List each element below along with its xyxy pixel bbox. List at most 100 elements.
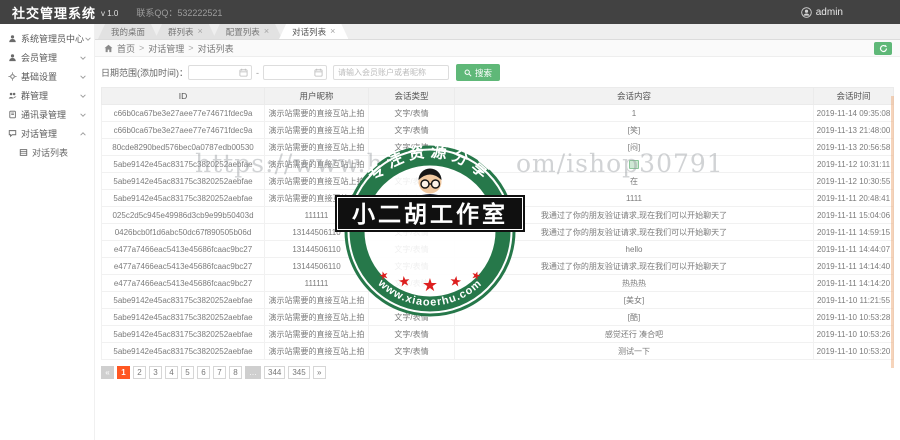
page-prev-button[interactable]: «: [101, 366, 114, 379]
refresh-button[interactable]: [874, 42, 892, 55]
cell-id: e477a7466eac5413e45686fcaac9bc27: [102, 275, 265, 292]
chevron-down-icon: [84, 35, 92, 43]
user-avatar-icon: [801, 7, 812, 18]
cell-nickname: 演示站需要的直接互站上拍: [265, 139, 369, 156]
cell-time: 2019-11-14 09:35:08: [814, 105, 894, 122]
cell-time: 2019-11-10 10:53:26: [814, 326, 894, 343]
cell-id: e477a7466eac5413e45686fcaac9bc27: [102, 258, 265, 275]
app-title: 社交管理系统: [12, 3, 96, 22]
table-row: 5abe9142e45ac83175c3820252aebfae演示站需要的直接…: [102, 156, 894, 173]
keyword-input[interactable]: [333, 65, 449, 80]
sidebar-item-3[interactable]: 群管理: [0, 86, 94, 105]
cell-id: 5abe9142e45ac83175c3820252aebfae: [102, 156, 265, 173]
date-start-input[interactable]: [188, 65, 252, 80]
tab-3[interactable]: 对话列表 ×: [279, 24, 348, 39]
sidebar-item-2[interactable]: 基础设置: [0, 67, 94, 86]
group-icon: [8, 91, 17, 100]
cell-type: 图片: [369, 156, 455, 173]
page-button-344[interactable]: 344: [264, 366, 285, 379]
sidebar-item-4[interactable]: 通讯录管理: [0, 105, 94, 124]
cell-type: 文字/表情: [369, 343, 455, 360]
sidebar-item-label: 群管理: [21, 89, 48, 102]
user-icon: [8, 34, 17, 43]
breadcrumb-item[interactable]: 对话管理: [148, 42, 184, 55]
cell-content: 我通过了你的朋友验证请求,现在我们可以开始聊天了: [455, 224, 814, 241]
cell-nickname: 13144506110: [265, 258, 369, 275]
calendar-icon: [314, 68, 323, 77]
page-button-6[interactable]: 6: [197, 366, 210, 379]
cell-time: 2019-11-11 14:14:40: [814, 258, 894, 275]
cell-content: [455, 156, 814, 173]
page-button-345[interactable]: 345: [288, 366, 309, 379]
tab-2[interactable]: 配置列表×: [213, 24, 282, 39]
tab-0[interactable]: 我的桌面: [98, 24, 158, 39]
tab-1[interactable]: 群列表×: [155, 24, 216, 39]
search-button[interactable]: 搜索: [456, 64, 500, 81]
sidebar-item-5[interactable]: 对话管理: [0, 124, 94, 143]
breadcrumb-item: 对话列表: [198, 42, 234, 55]
gear-icon: [8, 72, 17, 81]
cell-time: 2019-11-11 20:48:41: [814, 190, 894, 207]
cell-time: 2019-11-11 15:04:06: [814, 207, 894, 224]
page-next-button[interactable]: »: [313, 366, 326, 379]
page-button-4[interactable]: 4: [165, 366, 178, 379]
cell-nickname: 演示站需要的直接互站上拍: [265, 309, 369, 326]
user-menu[interactable]: admin: [801, 7, 843, 18]
cell-time: 2019-11-12 10:31:11: [814, 156, 894, 173]
cell-type: 文字/表情: [369, 122, 455, 139]
cell-type: 文字/表情: [369, 173, 455, 190]
cell-id: 80cde8290bed576bec0a0787edb00530: [102, 139, 265, 156]
cell-id: c66b0ca67be3e27aee77e74671fdec9a: [102, 122, 265, 139]
member-icon: [8, 53, 17, 62]
cell-type: 文字/表情: [369, 190, 455, 207]
contacts-icon: [8, 110, 17, 119]
sidebar-item-0[interactable]: 系统管理员中心: [0, 29, 94, 48]
cell-nickname: 13144506110: [265, 241, 369, 258]
cell-time: 2019-11-10 10:53:28: [814, 309, 894, 326]
close-icon[interactable]: ×: [264, 27, 269, 36]
close-icon[interactable]: ×: [198, 27, 203, 36]
cell-content: 测试一下: [455, 343, 814, 360]
page-button-1[interactable]: 1: [117, 366, 130, 379]
column-header: ID: [102, 88, 265, 105]
table-row: 5abe9142e45ac83175c3820252aebfae演示站需要的直接…: [102, 190, 894, 207]
tab-label: 对话列表: [292, 26, 326, 38]
cell-id: c66b0ca67be3e27aee77e74671fdec9a: [102, 105, 265, 122]
cell-id: 5abe9142e45ac83175c3820252aebfae: [102, 326, 265, 343]
refresh-icon: [879, 44, 888, 53]
cell-nickname: 演示站需要的直接互站上拍: [265, 292, 369, 309]
cell-id: 5abe9142e45ac83175c3820252aebfae: [102, 309, 265, 326]
cell-content: 1: [455, 105, 814, 122]
top-header: 社交管理系统 v 1.0 联系QQ：532222521 admin: [0, 0, 900, 24]
breadcrumb-separator: >: [139, 43, 144, 53]
sidebar-item-1[interactable]: 会员管理: [0, 48, 94, 67]
cell-nickname: 演示站需要的直接互站上拍: [265, 173, 369, 190]
home-icon: [104, 44, 113, 53]
page-button-5[interactable]: 5: [181, 366, 194, 379]
date-end-input[interactable]: [263, 65, 327, 80]
table-row: 5abe9142e45ac83175c3820252aebfae演示站需要的直接…: [102, 292, 894, 309]
table-row: 5abe9142e45ac83175c3820252aebfae演示站需要的直接…: [102, 309, 894, 326]
cell-content: [笑]: [455, 122, 814, 139]
contact-qq: 联系QQ：532222521: [136, 6, 222, 19]
page-button-3[interactable]: 3: [149, 366, 162, 379]
cell-time: 2019-11-11 14:44:07: [814, 241, 894, 258]
app-version: v 1.0: [101, 9, 118, 18]
cell-type: 文字/表情: [369, 292, 455, 309]
cell-content: 我通过了你的朋友验证请求,现在我们可以开始聊天了: [455, 258, 814, 275]
tab-label: 我的桌面: [111, 26, 145, 38]
pagination: «12345678…344345»: [101, 366, 894, 379]
column-header: 会话类型: [369, 88, 455, 105]
close-icon[interactable]: ×: [330, 27, 335, 36]
cell-time: 2019-11-12 10:30:55: [814, 173, 894, 190]
page-ellipsis[interactable]: …: [245, 366, 261, 379]
table-row: e477a7466eac5413e45686fcaac9bc27111111文字…: [102, 275, 894, 292]
conversation-table: ID用户昵称会话类型会话内容会话时间 c66b0ca67be3e27aee77e…: [101, 87, 894, 360]
breadcrumb-item[interactable]: 首页: [117, 42, 135, 55]
sidebar-subitem[interactable]: 对话列表: [0, 143, 94, 161]
page-button-2[interactable]: 2: [133, 366, 146, 379]
page-button-7[interactable]: 7: [213, 366, 226, 379]
breadcrumb-separator: >: [188, 43, 193, 53]
cell-time: 2019-11-11 14:59:15: [814, 224, 894, 241]
page-button-8[interactable]: 8: [229, 366, 242, 379]
